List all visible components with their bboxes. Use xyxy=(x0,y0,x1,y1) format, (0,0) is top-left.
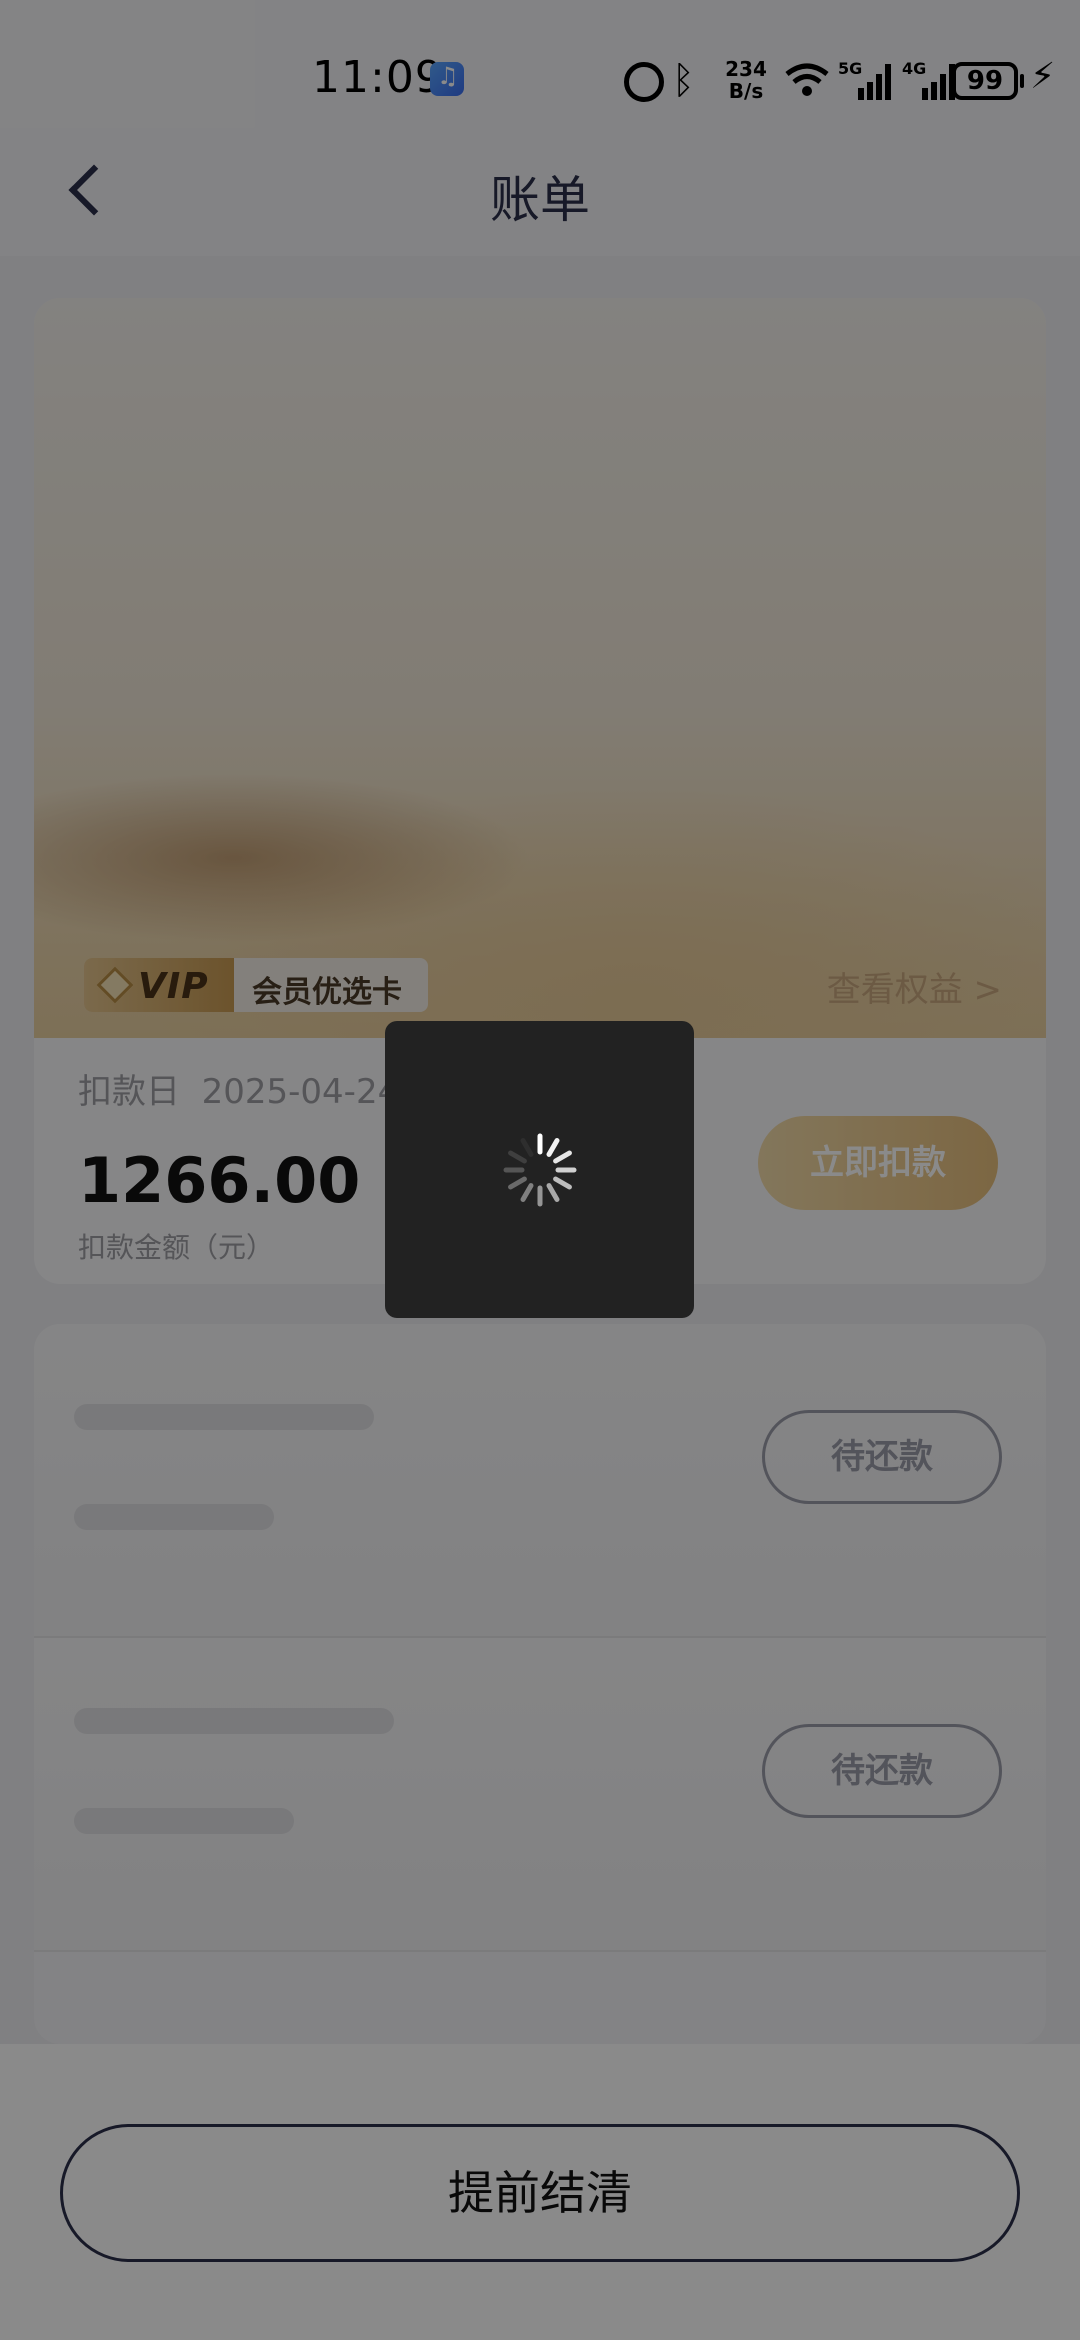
loading-dialog xyxy=(385,1021,694,1318)
spinner-icon xyxy=(503,1133,577,1207)
